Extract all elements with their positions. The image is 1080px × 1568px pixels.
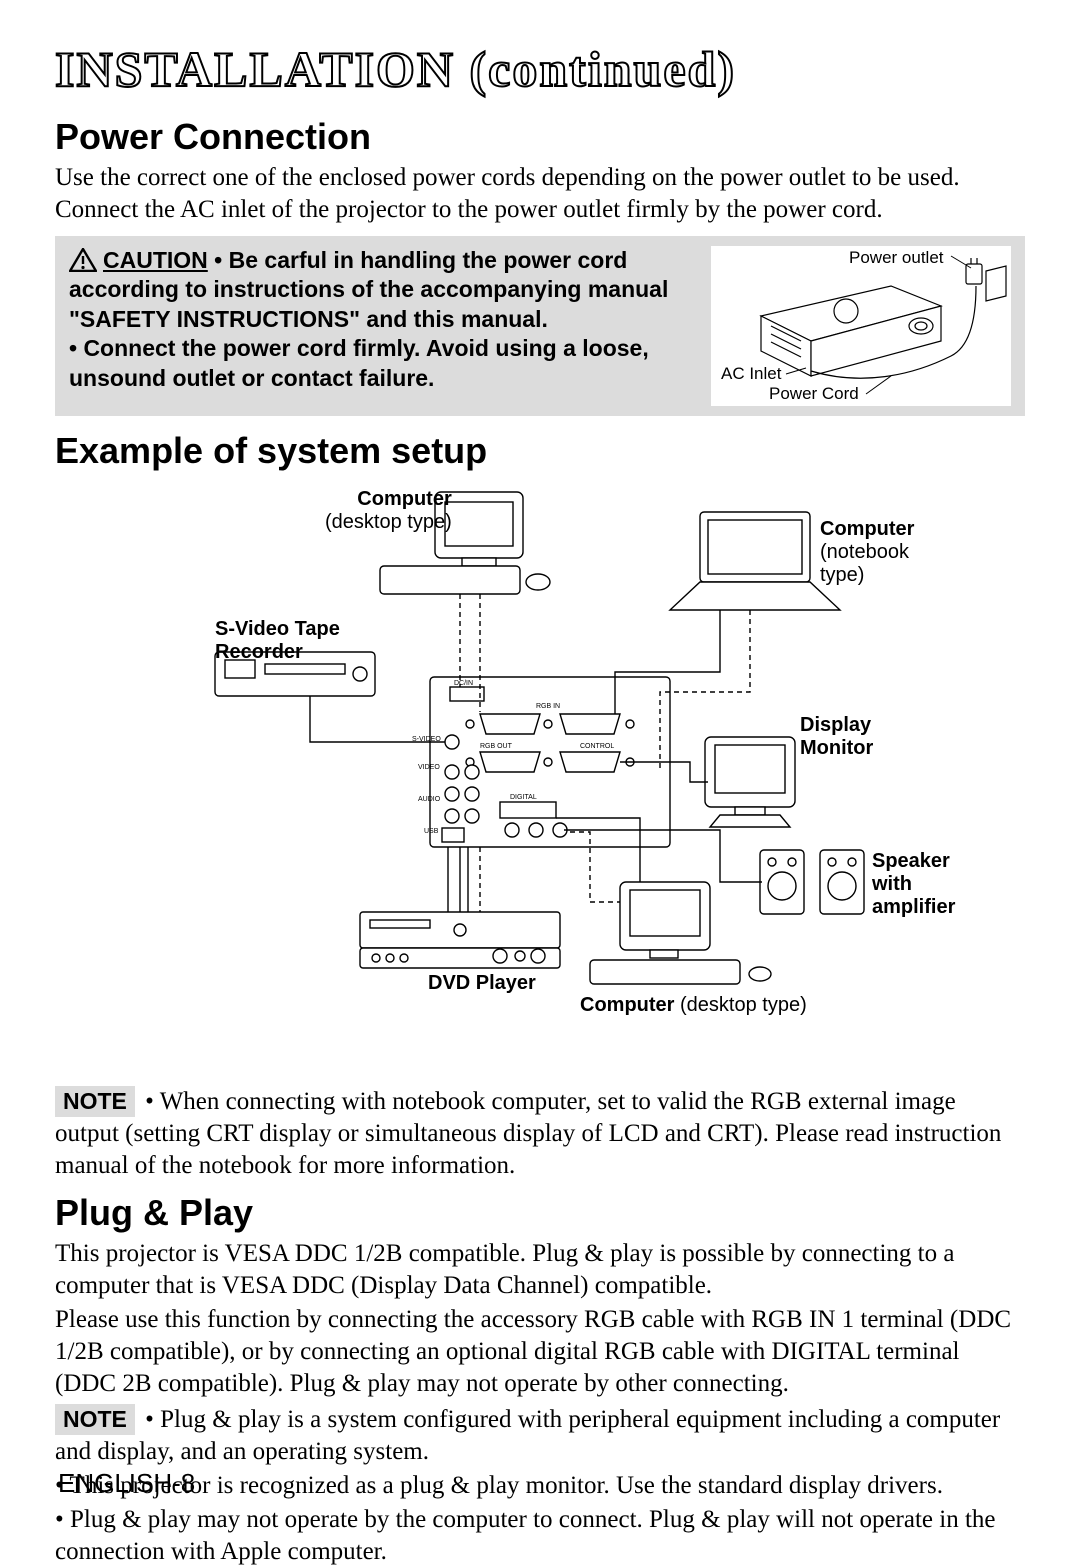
port-svideo: S-VIDEO xyxy=(412,736,441,744)
label-power-cord: Power Cord xyxy=(769,384,859,404)
port-usb: USB xyxy=(424,828,438,836)
caution-box: CAUTION • Be carful in handling the powe… xyxy=(55,236,1025,416)
plugplay-note-l3: • Plug & play may not operate by the com… xyxy=(55,1504,1025,1568)
system-setup-figure: Computer (desktop type) Computer (notebo… xyxy=(160,482,920,1082)
label-computer-notebook: Computer (notebook type) xyxy=(820,518,920,587)
page-title-outlined: INSTALLATION (continued) xyxy=(55,40,1025,98)
heading-plug-and-play: Plug & Play xyxy=(55,1192,1025,1234)
power-connection-figure: Power outlet AC Inlet Power Cord xyxy=(711,246,1011,406)
port-rgbout: RGB OUT xyxy=(480,743,512,751)
port-video: VIDEO xyxy=(418,764,440,772)
heading-power-connection: Power Connection xyxy=(55,116,1025,158)
label-power-outlet: Power outlet xyxy=(849,248,944,268)
note-label-2: NOTE xyxy=(55,1404,135,1435)
plugplay-note-line1: • Plug & play is a system configured wit… xyxy=(55,1406,1000,1465)
system-setup-svg xyxy=(160,482,920,1082)
setup-note-text: • When connecting with notebook computer… xyxy=(55,1088,1001,1179)
label-speaker-amp: Speaker with amplifier xyxy=(872,850,955,919)
label-computer-desktop-bottom: Computer (desktop type) xyxy=(580,994,807,1017)
setup-note-paragraph: NOTE • When connecting with notebook com… xyxy=(55,1086,1025,1182)
label-dvd-player: DVD Player xyxy=(428,972,536,995)
heading-system-setup: Example of system setup xyxy=(55,430,1025,472)
label-svideo-recorder: S-Video Tape Recorder xyxy=(215,618,340,664)
port-audio: AUDIO xyxy=(418,796,440,804)
plugplay-note-l2: • This projector is recognized as a plug… xyxy=(55,1470,1025,1502)
port-control: CONTROL xyxy=(580,743,614,751)
label-display-monitor: Display Monitor xyxy=(800,714,873,760)
port-rgbin: RGB IN xyxy=(536,703,560,711)
port-digital: DIGITAL xyxy=(510,794,537,802)
note-label-1: NOTE xyxy=(55,1086,135,1117)
port-dcin: DC/IN xyxy=(454,680,473,688)
plugplay-note-l1: NOTE • Plug & play is a system configure… xyxy=(55,1404,1025,1468)
power-connection-paragraph: Use the correct one of the enclosed powe… xyxy=(55,162,1025,226)
caution-bullet-2: • Connect the power cord firmly. Avoid u… xyxy=(69,335,649,390)
label-computer-desktop-top: Computer (desktop type) xyxy=(325,488,452,534)
page-footer: ENGLISH-8 xyxy=(58,1468,195,1499)
caution-text: CAUTION • Be carful in handling the powe… xyxy=(69,246,693,393)
label-ac-inlet: AC Inlet xyxy=(721,364,781,384)
warning-icon xyxy=(69,248,97,272)
caution-label: CAUTION xyxy=(103,247,208,273)
plugplay-p1: This projector is VESA DDC 1/2B compatib… xyxy=(55,1238,1025,1302)
plugplay-p2: Please use this function by connecting t… xyxy=(55,1304,1025,1400)
